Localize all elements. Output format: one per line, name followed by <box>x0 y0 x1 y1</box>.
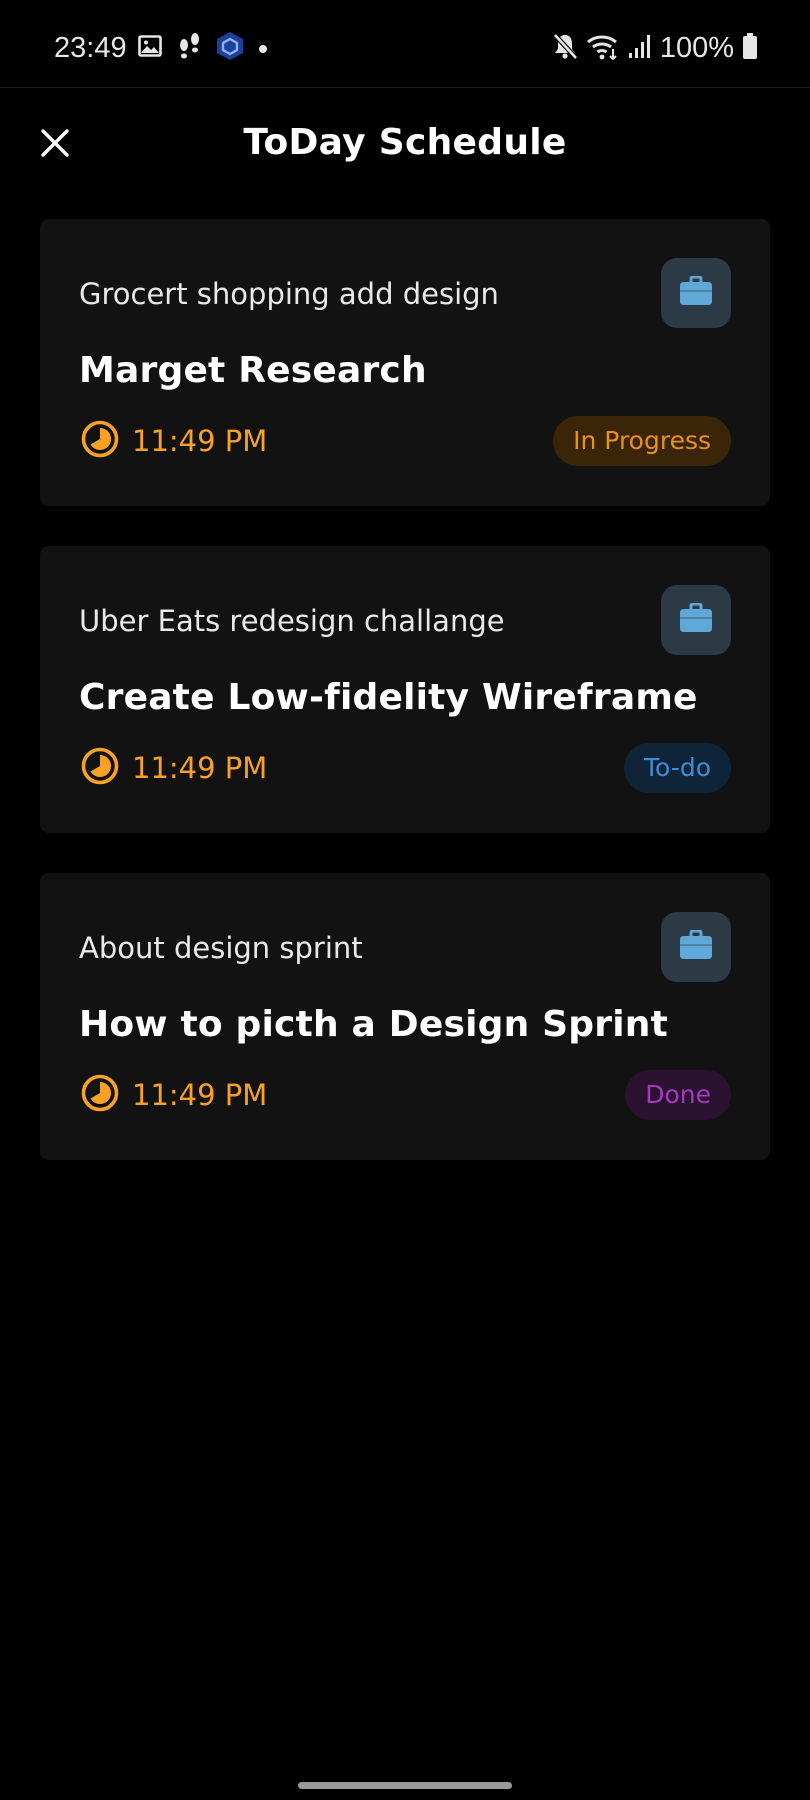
notification-dot-icon <box>258 39 268 58</box>
status-badge: To-do <box>624 743 731 793</box>
status-badge: In Progress <box>553 416 731 466</box>
battery-icon <box>742 32 758 64</box>
category-button[interactable] <box>661 912 731 982</box>
home-indicator[interactable] <box>298 1782 512 1789</box>
status-time: 23:49 <box>54 32 127 64</box>
task-subtitle: Uber Eats redesign challange <box>79 604 505 638</box>
task-title: Create Low-fidelity Wireframe <box>79 677 698 718</box>
task-time-row: 11:49 PM <box>80 420 267 462</box>
task-title: How to picth a Design Sprint <box>79 1004 669 1045</box>
briefcase-icon <box>679 275 713 310</box>
clock-icon <box>80 1073 120 1117</box>
app-cube-icon <box>216 31 244 65</box>
status-system-icons: 100% <box>552 30 758 66</box>
task-subtitle: Grocert shopping add design <box>79 277 499 311</box>
status-bar: 23:49 100% <box>0 0 810 88</box>
status-notification-icons <box>138 31 268 65</box>
mute-icon <box>552 32 578 64</box>
task-time: 11:49 PM <box>132 1078 268 1112</box>
briefcase-icon <box>679 929 713 964</box>
gallery-icon <box>138 34 162 62</box>
task-time: 11:49 PM <box>132 751 268 785</box>
task-title: Marget Research <box>79 350 427 391</box>
task-subtitle: About design sprint <box>79 931 363 965</box>
signal-icon <box>628 33 652 63</box>
task-card[interactable]: Uber Eats redesign challange Create Low-… <box>40 546 770 833</box>
task-time-row: 11:49 PM <box>80 747 267 789</box>
briefcase-icon <box>679 602 713 637</box>
clock-icon <box>80 746 120 790</box>
category-button[interactable] <box>661 258 731 328</box>
task-time-row: 11:49 PM <box>80 1074 267 1116</box>
task-card[interactable]: About design sprint How to picth a Desig… <box>40 873 770 1160</box>
battery-percentage: 100% <box>659 32 734 64</box>
status-badge: Done <box>625 1070 731 1120</box>
task-time: 11:49 PM <box>132 424 268 458</box>
task-card[interactable]: Grocert shopping add design Marget Resea… <box>40 219 770 506</box>
category-button[interactable] <box>661 585 731 655</box>
clock-icon <box>80 419 120 463</box>
footsteps-icon <box>176 32 202 64</box>
page-title: ToDay Schedule <box>243 122 567 163</box>
task-list: Grocert shopping add design Marget Resea… <box>40 219 770 1200</box>
wifi-icon <box>586 32 620 64</box>
